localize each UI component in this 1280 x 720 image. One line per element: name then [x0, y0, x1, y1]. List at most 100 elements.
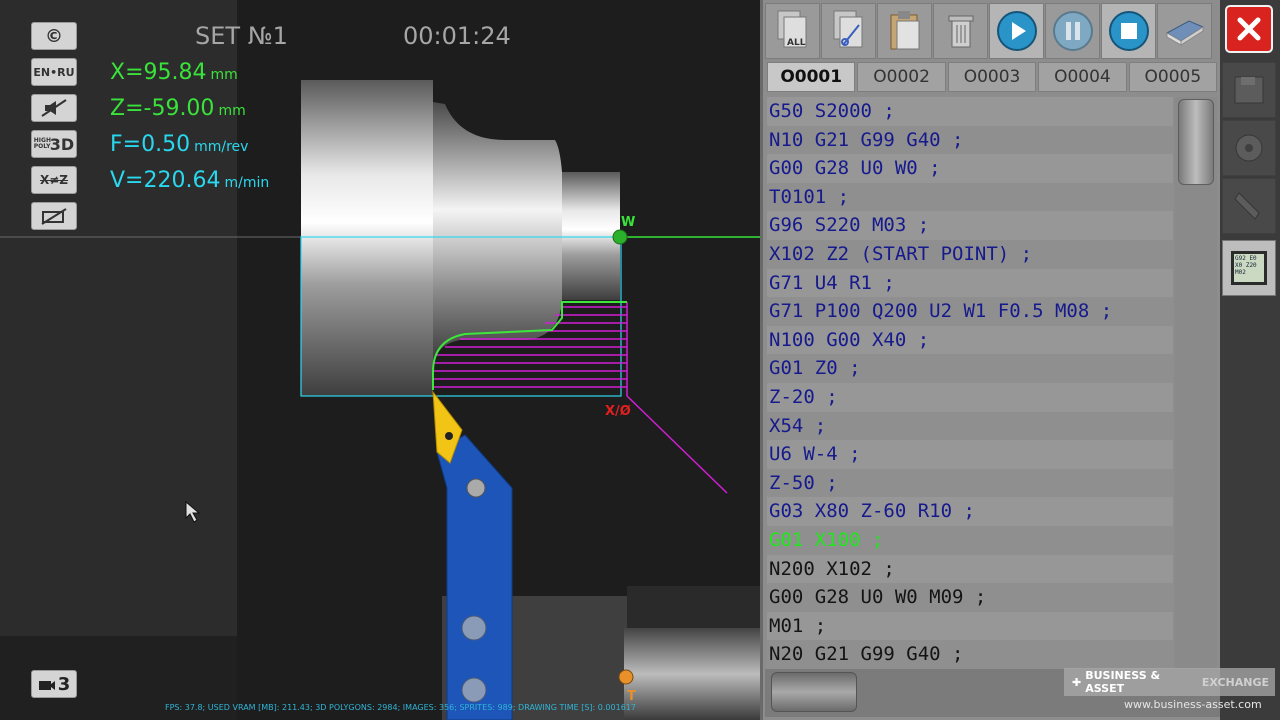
fill-toggle-button[interactable]	[31, 202, 77, 230]
program-tab[interactable]: O0005	[1128, 62, 1218, 92]
code-line[interactable]: N10 G21 G99 G40 ;	[767, 125, 1173, 155]
delete-button[interactable]	[933, 3, 988, 59]
fps-stats: FPS: 37.8; USED VRAM [MB]: 211.43; 3D PO…	[165, 703, 636, 712]
workpiece-zero-marker	[612, 229, 628, 245]
copyright-icon: ©	[45, 25, 63, 47]
pause-button[interactable]	[1045, 3, 1100, 59]
watermark-label: BUSINESS & ASSET	[1085, 669, 1161, 695]
code-line[interactable]: U6 W-4 ;	[767, 440, 1173, 469]
workpiece-view-icon	[41, 208, 67, 225]
code-line[interactable]: N100 G00 X40 ;	[767, 325, 1173, 355]
code-line[interactable]: X54 ;	[767, 411, 1173, 441]
tool-icon	[1234, 192, 1260, 220]
quality-small-label: HIGH POLY	[33, 137, 51, 150]
code-line[interactable]: G50 S2000 ;	[767, 97, 1173, 126]
editor-toolbar: ALL	[765, 3, 1220, 59]
paste-button[interactable]	[877, 3, 932, 59]
editor-scrollbar[interactable]	[1175, 97, 1217, 669]
code-line[interactable]: G03 X80 Z-60 R10 ;	[767, 497, 1173, 526]
gcode-screen-button[interactable]: G92 E0 X0 Z20 M02	[1222, 240, 1276, 296]
side-toolbar: G92 E0 X0 Z20 M02	[1220, 0, 1280, 720]
copyright-button[interactable]: ©	[31, 22, 77, 50]
manual-button[interactable]	[1157, 3, 1212, 59]
workpiece-front-step	[562, 172, 620, 300]
turret-bolt	[461, 677, 487, 703]
program-tab[interactable]: O0002	[857, 62, 946, 92]
run-button[interactable]	[989, 3, 1044, 59]
program-panel: ALL O0001 O0002 O0003 O0004 O0005 G50 S2000 …	[760, 0, 1220, 720]
code-line[interactable]: N200 X102 ;	[767, 554, 1173, 584]
code-line[interactable]: G71 U4 R1 ;	[767, 268, 1173, 298]
set-label: SET №1	[195, 22, 288, 50]
sound-toggle-button[interactable]	[31, 94, 77, 122]
language-label: EN•RU	[33, 65, 75, 79]
program-tab[interactable]: O0004	[1038, 62, 1127, 92]
tool-point-label: T	[627, 689, 636, 704]
quality-big-label: 3D	[49, 134, 75, 154]
copy-all-label: ALL	[787, 38, 806, 48]
watermark-url: www.business-asset.com	[1124, 698, 1262, 711]
cut-button[interactable]	[821, 3, 876, 59]
watermark-banner: ✚ BUSINESS & ASSET EXCHANGE	[1064, 668, 1275, 696]
save-icon	[1234, 76, 1264, 104]
code-line[interactable]: N20 G21 G99 G40 ;	[767, 640, 1173, 669]
axes-label: X≠Z	[39, 173, 68, 187]
clamp-screw	[466, 478, 486, 498]
lathe-viewport[interactable]: W X/Ø T © EN•RU HIGH POLY 3D X≠Z X=95.84…	[0, 0, 760, 720]
program-tab[interactable]: O0003	[947, 62, 1037, 92]
code-line[interactable]: G71 P100 Q200 U2 W1 F0.5 M08 ;	[767, 297, 1173, 326]
copy-all-icon: ALL	[777, 10, 806, 48]
close-icon	[1237, 17, 1261, 41]
quality-toggle-button[interactable]: HIGH POLY 3D	[31, 130, 77, 158]
gcode-screen-icon: G92 E0 X0 Z20 M02	[1231, 251, 1267, 285]
tailstock-quill	[624, 628, 760, 720]
axes-toggle-button[interactable]: X≠Z	[31, 166, 77, 194]
program-zero-label: X/Ø	[605, 404, 631, 419]
code-line[interactable]: G01 X100 ;	[767, 525, 1173, 555]
save-disk-button[interactable]	[1222, 62, 1276, 118]
trash-icon	[948, 15, 973, 48]
pause-icon	[1052, 11, 1093, 51]
book-icon	[1165, 20, 1204, 46]
plus-icon: ✚	[1072, 675, 1082, 689]
code-line[interactable]: G96 S220 M03 ;	[767, 211, 1173, 240]
turret-bolt	[461, 615, 487, 641]
tool-point-marker	[618, 669, 634, 685]
tool-holder	[436, 434, 513, 720]
code-line[interactable]: G01 Z0 ;	[767, 354, 1173, 383]
program-editor[interactable]: G50 S2000 ; N10 G21 G99 G40 ; G00 G28 U0 W…	[767, 97, 1173, 669]
code-line[interactable]: X102 Z2 (START POINT) ;	[767, 239, 1173, 269]
play-icon	[996, 11, 1037, 51]
code-line[interactable]: Z-20 ;	[767, 382, 1173, 412]
camera-number: 3	[57, 673, 71, 695]
scrollbar-thumb[interactable]	[1178, 99, 1214, 185]
feed-readout: F=0.50 mm/rev	[110, 132, 249, 157]
code-line[interactable]: M01 ;	[767, 611, 1173, 641]
muted-icon	[41, 99, 67, 117]
workpiece-zero-label: W	[621, 215, 635, 230]
code-line[interactable]: G00 G28 U0 W0 M09 ;	[767, 583, 1173, 612]
program-tab[interactable]: O0001	[767, 62, 856, 92]
language-button[interactable]: EN•RU	[31, 58, 77, 86]
chuck-icon	[1235, 134, 1263, 162]
insert-screw	[445, 432, 453, 440]
chuck-settings-button[interactable]	[1222, 120, 1276, 176]
close-button[interactable]	[1225, 5, 1273, 53]
horizontal-scroll-handle[interactable]	[771, 672, 857, 712]
workpiece-chuck-section	[301, 80, 433, 396]
z-coordinate: Z=-59.00 mm	[110, 96, 246, 121]
code-line[interactable]: G00 G28 U0 W0 ;	[767, 154, 1173, 183]
stop-button[interactable]	[1101, 3, 1156, 59]
copy-all-button[interactable]: ALL	[765, 3, 820, 59]
tool-settings-button[interactable]	[1222, 178, 1276, 234]
camera-icon	[38, 681, 55, 690]
cut-icon	[833, 10, 862, 48]
code-line[interactable]: Z-50 ;	[767, 468, 1173, 498]
code-line[interactable]: T0101 ;	[767, 182, 1173, 212]
watermark-tail: EXCHANGE	[1201, 675, 1269, 689]
camera-button[interactable]: 3	[31, 670, 77, 698]
speed-readout: V=220.64 m/min	[110, 168, 270, 193]
x-coordinate: X=95.84 mm	[110, 60, 238, 85]
program-tabs: O0001 O0002 O0003 O0004 O0005	[767, 62, 1218, 92]
stop-icon	[1108, 11, 1149, 51]
